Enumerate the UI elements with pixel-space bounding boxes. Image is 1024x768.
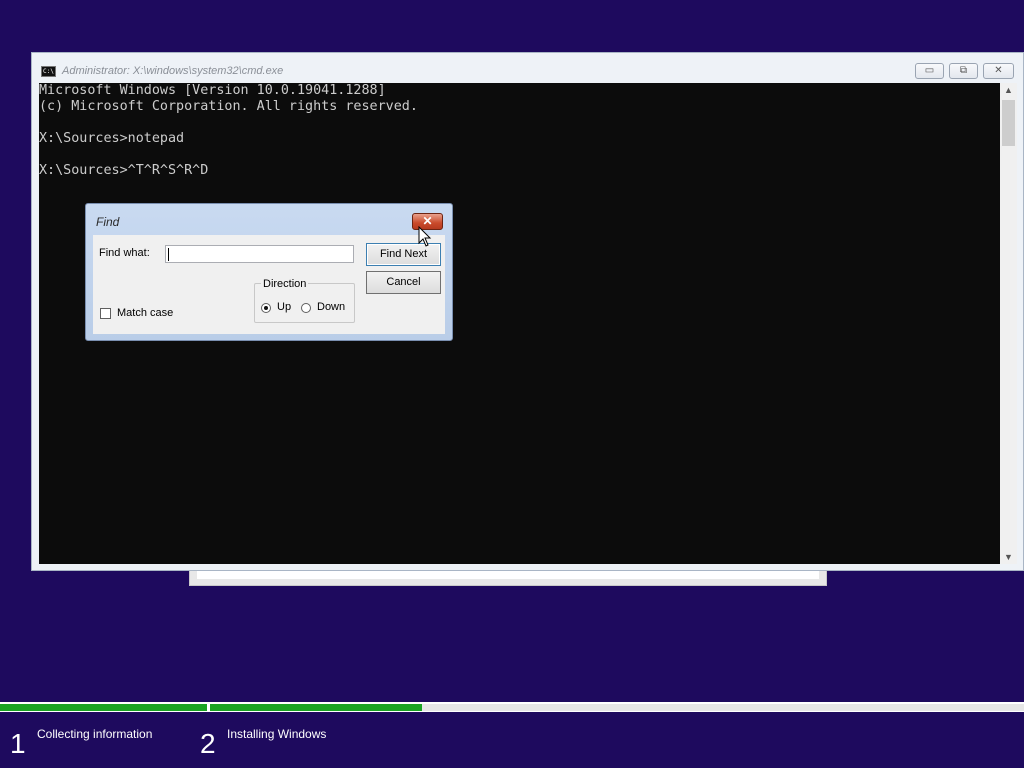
step-label: Collecting information xyxy=(37,727,153,741)
scroll-up-arrow-icon[interactable]: ▲ xyxy=(1000,85,1017,95)
step-label: Installing Windows xyxy=(227,727,327,741)
console-line: X:\Sources>^T^R^S^R^D xyxy=(39,163,209,178)
find-dialog: Find ✕ Find what: Find Next Cancel Direc… xyxy=(85,203,453,341)
scroll-down-arrow-icon[interactable]: ▼ xyxy=(1000,552,1017,562)
find-dialog-body: Find what: Find Next Cancel Direction Up… xyxy=(93,235,445,334)
text-caret xyxy=(168,248,169,261)
progress-segment-step1 xyxy=(0,704,207,711)
progress-fill-step1 xyxy=(0,704,207,711)
radio-selected-dot xyxy=(264,306,268,310)
vertical-scrollbar[interactable]: ▲ ▼ xyxy=(1000,83,1017,564)
console-line: (c) Microsoft Corporation. All rights re… xyxy=(39,99,418,114)
setup-progress-bar xyxy=(0,702,1024,712)
find-dialog-title: Find xyxy=(96,215,120,229)
find-what-input[interactable] xyxy=(165,245,354,263)
direction-up-label[interactable]: Up xyxy=(277,301,291,313)
direction-label: Direction xyxy=(261,278,309,290)
mouse-pointer-icon xyxy=(418,226,432,247)
progress-segment-step2 xyxy=(210,704,1024,711)
step-number: 1 xyxy=(10,728,26,759)
direction-up-radio[interactable] xyxy=(261,303,271,313)
minimize-button[interactable]: ▭ xyxy=(915,63,944,79)
cmd-window-title: Administrator: X:\windows\system32\cmd.e… xyxy=(62,65,284,77)
cmd-icon: C:\ xyxy=(41,66,56,77)
find-what-label: Find what: xyxy=(99,247,150,259)
cancel-button[interactable]: Cancel xyxy=(366,271,441,294)
console-line: Microsoft Windows [Version 10.0.19041.12… xyxy=(39,83,386,98)
scroll-thumb[interactable] xyxy=(1002,100,1015,146)
direction-down-label[interactable]: Down xyxy=(317,301,345,313)
progress-fill-step2 xyxy=(210,704,422,711)
match-case-checkbox[interactable] xyxy=(100,308,111,319)
maximize-button[interactable]: ⧉ xyxy=(949,63,978,79)
match-case-label[interactable]: Match case xyxy=(117,307,173,319)
close-button[interactable]: ✕ xyxy=(983,63,1014,79)
direction-down-radio[interactable] xyxy=(301,303,311,313)
cmd-titlebar[interactable]: C:\ Administrator: X:\windows\system32\c… xyxy=(32,53,1023,83)
step-number: 2 xyxy=(200,728,216,759)
direction-group: Direction Up Down xyxy=(254,278,355,323)
console-line: X:\Sources>notepad xyxy=(39,131,185,146)
